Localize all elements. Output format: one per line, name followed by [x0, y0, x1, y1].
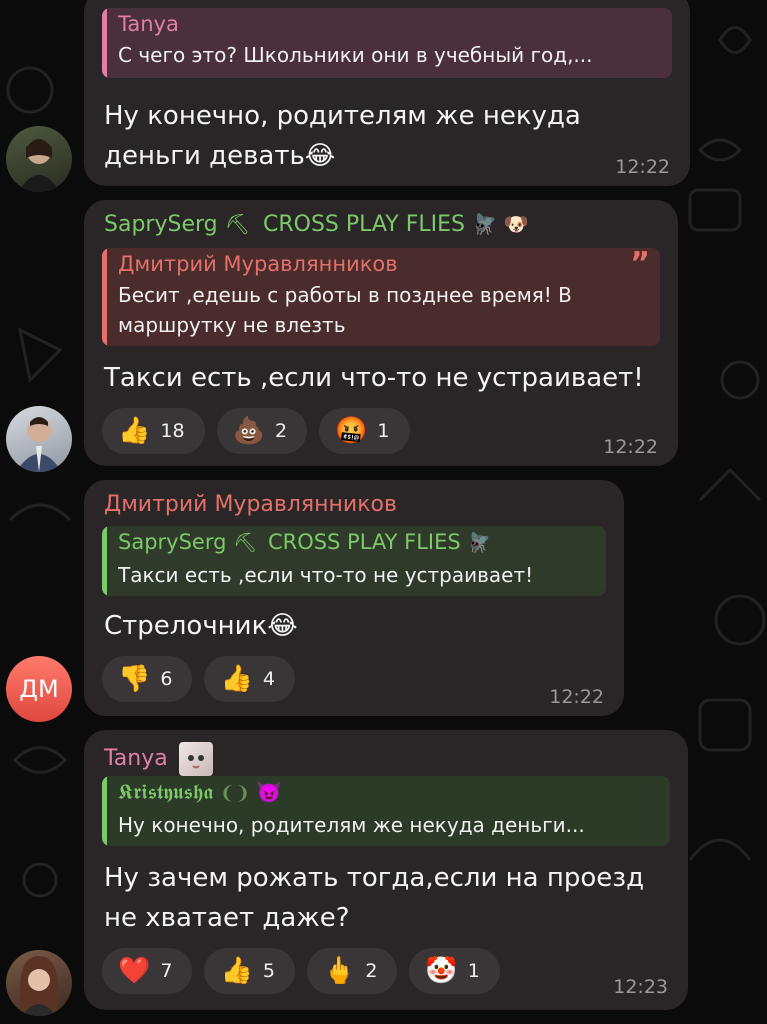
- quote-text: Ну конечно, родителям же некуда деньги..…: [118, 813, 585, 837]
- quote-accent-bar: [102, 776, 107, 846]
- quote-accent-bar: [102, 248, 107, 346]
- face-with-tears-of-joy-icon: 😂: [304, 141, 336, 171]
- face-with-tears-of-joy-icon: 😂: [267, 611, 298, 641]
- avatar-photo-icon: [18, 139, 60, 192]
- reaction-middle-finger[interactable]: 🖕 2: [306, 948, 398, 994]
- reply-quote[interactable]: Tanya С чего это? Школьники они в учебны…: [102, 8, 672, 78]
- avatar[interactable]: [6, 126, 72, 192]
- message-text: Стрелочник😂: [104, 606, 298, 646]
- reaction-heart[interactable]: ❤️ 7: [102, 948, 193, 994]
- middle-finger-icon: 🖕: [322, 956, 356, 986]
- reaction-count: 4: [262, 668, 275, 690]
- dog-badge-icon: 🐶: [503, 212, 529, 236]
- message-time: 12:23: [613, 976, 668, 998]
- quote-mark-icon: ”: [630, 248, 650, 281]
- reply-quote[interactable]: 𝕶𝖗𝖎𝖘𝖙𝖞𝖚𝖘𝖍𝖆 ❨❩ 😈 Ну конечно, родителям же…: [102, 776, 670, 846]
- reaction-count: 6: [160, 668, 173, 690]
- reply-quote[interactable]: Дмитрий Муравлянников ” Бесит ,едешь с р…: [102, 248, 660, 346]
- quote-author-tag: CROSS PLAY FLIES: [267, 530, 461, 554]
- message-bubble[interactable]: SaprySerg ⛏ CROSS PLAY FLIES 🪰 🐶 Дмитрий…: [84, 200, 678, 466]
- thumbs-up-icon: 👍: [220, 664, 253, 694]
- smiling-imp-icon: 😈: [256, 780, 282, 804]
- reaction-clown[interactable]: 🤡 1: [409, 948, 500, 994]
- reaction-count: 7: [160, 960, 173, 982]
- quote-author-text: SaprySerg: [118, 530, 227, 554]
- fly-icon: 🪰: [467, 532, 492, 554]
- reaction-thumbs-up[interactable]: 👍 18: [102, 408, 205, 454]
- message-text-line: Ну зачем рожать тогда,если на проезд: [104, 863, 645, 893]
- quote-author: Дмитрий Муравлянников: [118, 252, 398, 276]
- cat-sticker-icon: [178, 742, 213, 776]
- avatar-photo-icon: [16, 417, 62, 472]
- message-text: Ну зачем рожать тогда,если на проезд не …: [104, 858, 644, 938]
- quote-text: Бесит ,едешь с работы в позднее время! В…: [118, 283, 572, 337]
- message-time: 12:22: [615, 156, 670, 178]
- message-bubble[interactable]: Tanya 𝕶𝖗𝖎𝖘𝖙𝖞𝖚𝖘𝖍𝖆 ❨❩ 😈 Ну конечно, родите…: [84, 730, 688, 1010]
- poop-icon: 💩: [232, 416, 265, 446]
- leaf-icon: ❨❩: [219, 783, 251, 804]
- reaction-thumbs-down[interactable]: 👎 6: [102, 656, 193, 702]
- reactions-row: ❤️ 7 👍 5 🖕 2 🤡 1: [102, 948, 500, 994]
- thumbs-up-icon: 👍: [118, 416, 151, 446]
- reaction-count: 2: [274, 420, 288, 442]
- message-time: 12:22: [549, 686, 604, 708]
- message-text-line: деньги девать: [104, 141, 305, 171]
- avatar-photo-icon: [20, 956, 58, 1016]
- quote-accent-bar: [102, 526, 107, 596]
- reactions-row: 👍 18 💩 2 🤬 1: [102, 408, 410, 454]
- fly-icon: 🪰: [471, 212, 497, 236]
- quote-accent-bar: [102, 8, 107, 78]
- thumbs-up-icon: 👍: [220, 956, 253, 986]
- message-bubble[interactable]: Дмитрий Муравлянников SaprySerg ⛏ CROSS …: [84, 480, 624, 716]
- sender-name[interactable]: SaprySerg ⛏ CROSS PLAY FLIES 🪰 🐶: [104, 212, 529, 237]
- quote-text: Такси есть ,если что-то не устраивает!: [118, 563, 534, 587]
- message-text-line: не хватает даже?: [104, 903, 350, 933]
- pickaxe-icon: ⛏: [224, 212, 250, 236]
- reply-quote[interactable]: SaprySerg ⛏ CROSS PLAY FLIES 🪰 Такси ест…: [102, 526, 606, 596]
- message-text: Ну конечно, родителям же некуда деньги д…: [104, 96, 581, 176]
- reaction-thumbs-up[interactable]: 👍 5: [204, 948, 295, 994]
- sender-tag: CROSS PLAY FLIES: [263, 212, 465, 237]
- sender-name-text: Tanya: [104, 746, 168, 771]
- reaction-count: 1: [377, 420, 390, 442]
- pickaxe-icon: ⛏: [233, 532, 258, 554]
- quote-author: 𝕶𝖗𝖎𝖘𝖙𝖞𝖚𝖘𝖍𝖆 ❨❩ 😈: [118, 780, 282, 805]
- avatar[interactable]: ДМ: [6, 656, 72, 722]
- message-bubble[interactable]: Tanya С чего это? Школьники они в учебны…: [84, 0, 690, 186]
- quote-text: С чего это? Школьники они в учебный год,…: [118, 43, 593, 67]
- reaction-cursing-face[interactable]: 🤬 1: [319, 408, 410, 454]
- reaction-poop[interactable]: 💩 2: [216, 408, 308, 454]
- message-time: 12:22: [603, 436, 658, 458]
- avatar[interactable]: [6, 406, 72, 472]
- message-text: Такси есть ,если что-то не устраивает!: [104, 363, 644, 393]
- message-text-line: Стрелочник: [104, 611, 268, 641]
- reaction-thumbs-up[interactable]: 👍 4: [204, 656, 295, 702]
- quote-author: Tanya: [118, 12, 179, 36]
- sender-name[interactable]: Tanya: [104, 742, 213, 776]
- cursing-face-icon: 🤬: [335, 416, 368, 446]
- reaction-count: 1: [467, 960, 480, 982]
- reaction-count: 2: [365, 960, 378, 982]
- reaction-count: 18: [160, 420, 185, 442]
- avatar-initials: ДМ: [19, 675, 59, 703]
- message-text-line: Ну конечно, родителям же некуда: [104, 101, 581, 131]
- sender-name-text: SaprySerg: [104, 212, 218, 237]
- clown-face-icon: 🤡: [425, 956, 458, 986]
- reactions-row: 👎 6 👍 4: [102, 656, 295, 702]
- reaction-count: 5: [262, 960, 275, 982]
- thumbs-down-icon: 👎: [118, 664, 151, 694]
- quote-author-text: 𝕶𝖗𝖎𝖘𝖙𝖞𝖚𝖘𝖍𝖆: [118, 780, 214, 804]
- heart-icon: ❤️: [118, 956, 151, 986]
- quote-author: SaprySerg ⛏ CROSS PLAY FLIES 🪰: [118, 530, 491, 554]
- avatar[interactable]: [6, 950, 72, 1016]
- sender-name[interactable]: Дмитрий Муравлянников: [104, 492, 397, 517]
